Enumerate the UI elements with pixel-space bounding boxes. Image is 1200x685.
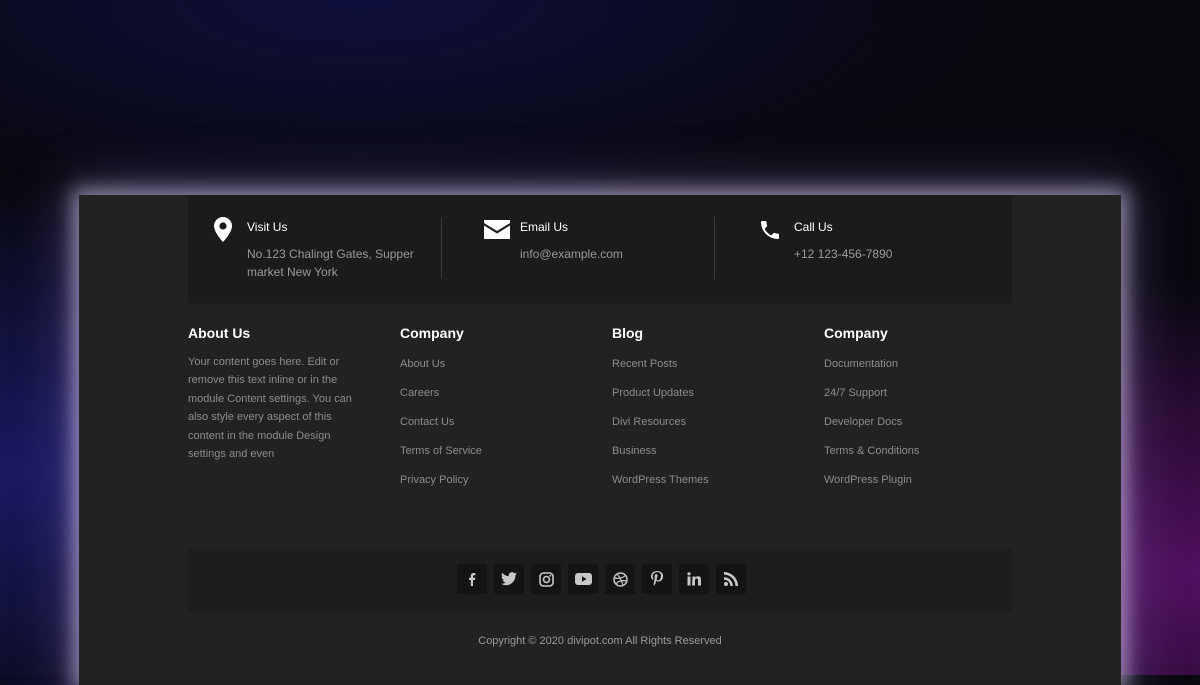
about-text: Your content goes here. Edit or remove t…	[188, 356, 352, 461]
footer-link-developer-docs[interactable]: Developer Docs	[824, 415, 919, 444]
facebook-icon[interactable]	[457, 564, 487, 594]
visit-title: Visit Us	[247, 220, 288, 234]
blog-column: Blog Recent Posts Product Updates Divi R…	[612, 325, 709, 502]
visit-address-line2: market New York	[247, 265, 338, 279]
envelope-icon	[484, 220, 510, 244]
footer-link-contact-us[interactable]: Contact Us	[400, 415, 482, 444]
call-title: Call Us	[794, 220, 833, 234]
footer-link-wordpress-plugin[interactable]: WordPress Plugin	[824, 473, 919, 502]
footer-link-support[interactable]: 24/7 Support	[824, 386, 919, 415]
twitter-icon[interactable]	[494, 564, 524, 594]
company-title-2: Company	[824, 325, 888, 341]
footer-link-business[interactable]: Business	[612, 444, 709, 473]
company-column-2: Company Documentation 24/7 Support Devel…	[824, 325, 919, 502]
about-title: About Us	[188, 325, 251, 341]
footer-link-recent-posts[interactable]: Recent Posts	[612, 357, 709, 386]
email-title: Email Us	[520, 220, 569, 234]
email-address[interactable]: info@example.com	[520, 245, 623, 263]
phone-icon	[758, 218, 782, 247]
visit-address-line1: No.123 Chalingt Gates, Supper	[247, 247, 414, 261]
social-bar	[188, 549, 1012, 612]
footer-link-terms-conditions[interactable]: Terms & Conditions	[824, 444, 919, 473]
phone-number[interactable]: +12 123-456-7890	[794, 245, 892, 263]
instagram-icon[interactable]	[531, 564, 561, 594]
footer-link-privacy-policy[interactable]: Privacy Policy	[400, 473, 482, 502]
footer-link-terms-of-service[interactable]: Terms of Service	[400, 444, 482, 473]
footer-link-divi-resources[interactable]: Divi Resources	[612, 415, 709, 444]
dribbble-icon[interactable]	[605, 564, 635, 594]
footer-link-wordpress-themes[interactable]: WordPress Themes	[612, 473, 709, 502]
company-links-2: Documentation 24/7 Support Developer Doc…	[824, 357, 919, 502]
contact-divider	[441, 217, 442, 279]
footer-panel: Visit Us No.123 Chalingt Gates, Supper m…	[79, 195, 1121, 685]
footer-link-documentation[interactable]: Documentation	[824, 357, 919, 386]
linkedin-icon[interactable]	[679, 564, 709, 594]
contact-bar: Visit Us No.123 Chalingt Gates, Supper m…	[188, 195, 1012, 303]
visit-address: No.123 Chalingt Gates, Supper market New…	[247, 245, 447, 281]
contact-divider	[714, 217, 715, 279]
copyright-text: Copyright © 2020 divipot.com All Rights …	[478, 635, 722, 647]
pinterest-icon[interactable]	[642, 564, 672, 594]
map-pin-icon	[214, 217, 232, 247]
footer-link-about-us[interactable]: About Us	[400, 357, 482, 386]
rss-icon[interactable]	[716, 564, 746, 594]
company-title: Company	[400, 325, 464, 341]
company-links: About Us Careers Contact Us Terms of Ser…	[400, 357, 482, 502]
youtube-icon[interactable]	[568, 564, 598, 594]
footer-link-careers[interactable]: Careers	[400, 386, 482, 415]
blog-title: Blog	[612, 325, 644, 341]
footer-link-product-updates[interactable]: Product Updates	[612, 386, 709, 415]
company-column: Company About Us Careers Contact Us Term…	[400, 325, 482, 502]
about-column: About Us Your content goes here. Edit or…	[188, 325, 363, 463]
blog-links: Recent Posts Product Updates Divi Resour…	[612, 357, 709, 502]
